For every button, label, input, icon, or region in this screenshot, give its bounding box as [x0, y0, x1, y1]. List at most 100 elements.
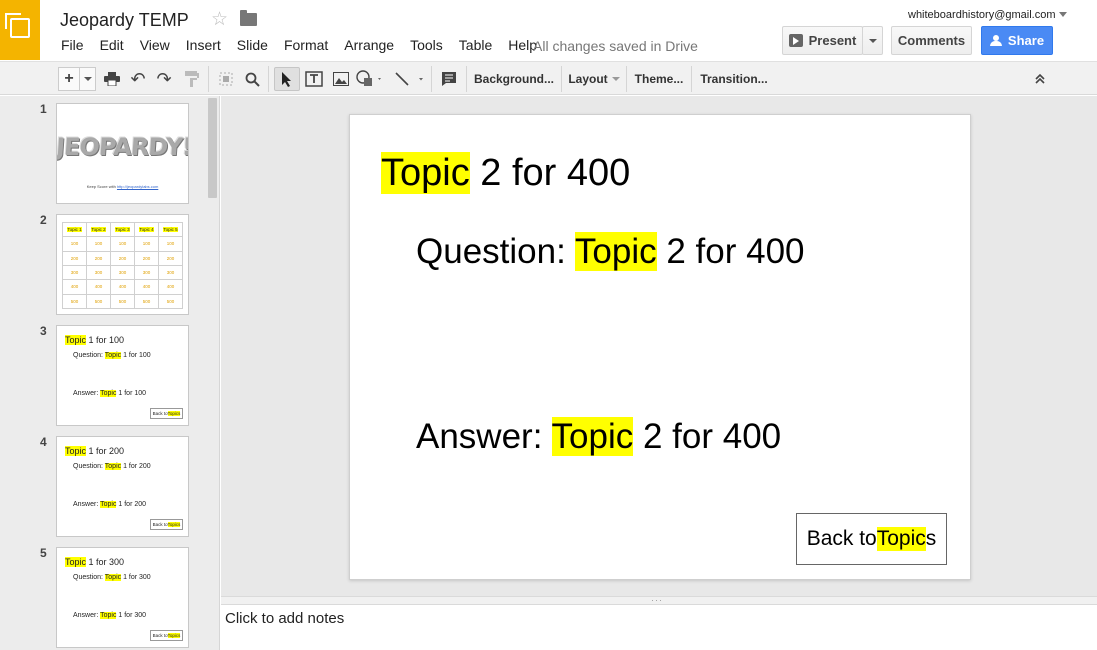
- thumb-back-button: Back to Topics: [150, 408, 183, 419]
- chevron-down-icon: [83, 77, 92, 81]
- board-value-cell: 100: [134, 236, 159, 252]
- board-value-cell: 400: [86, 279, 111, 295]
- comments-button[interactable]: Comments: [891, 26, 972, 55]
- thumb-back-button: Back to Topics: [150, 630, 183, 641]
- board-value-cell: 400: [62, 279, 87, 295]
- thumb-question: Question: Topic 1 for 200: [73, 463, 151, 470]
- topics-board-grid: Topic 1 Topic 2 Topic 3 Topic 4 Topic 5 100 10…: [62, 221, 183, 310]
- new-slide-layout-dropdown[interactable]: [80, 67, 96, 91]
- comment-icon[interactable]: [438, 67, 460, 91]
- menu-slide[interactable]: Slide: [229, 37, 276, 55]
- back-to-topics-button[interactable]: Back to Topic s: [796, 513, 947, 565]
- menu-insert[interactable]: Insert: [178, 37, 229, 55]
- chevron-down-icon: [868, 38, 877, 43]
- jeopardy-logo: JEOPARDY!: [56, 133, 189, 161]
- board-value-cell: 500: [158, 293, 183, 310]
- slide-number: 2: [40, 213, 47, 227]
- share-button[interactable]: Share: [981, 26, 1053, 55]
- slide-thumbnail-3[interactable]: Topic 1 for 100 Question: Topic 1 for 10…: [56, 325, 189, 426]
- star-icon[interactable]: ☆: [211, 8, 228, 31]
- toolbar-divider: [691, 66, 692, 92]
- print-icon[interactable]: [102, 67, 122, 91]
- board-value-cell: 100: [62, 236, 87, 252]
- new-slide-button[interactable]: +: [58, 67, 80, 91]
- thumb-question: Question: Topic 1 for 100: [73, 352, 151, 359]
- share-label: Share: [1007, 33, 1045, 48]
- slides-logo-icon[interactable]: [0, 0, 40, 60]
- shape-icon[interactable]: [355, 67, 385, 91]
- select-frame-icon[interactable]: [216, 67, 236, 91]
- present-button[interactable]: Present: [782, 26, 863, 55]
- toolbar-divider: [466, 66, 467, 92]
- slide-number: 4: [40, 435, 47, 449]
- keep-score-link: http://jeopardylabs.com: [116, 184, 159, 189]
- document-title[interactable]: Jeopardy TEMP: [60, 10, 189, 31]
- board-value-cell: 100: [110, 236, 135, 252]
- notes-placeholder: Click to add notes: [225, 610, 345, 627]
- slide-thumbnail-5[interactable]: Topic 1 for 300 Question: Topic 1 for 30…: [56, 547, 189, 648]
- layout-label: Layout: [568, 72, 608, 86]
- speaker-notes[interactable]: Click to add notes: [221, 605, 1097, 650]
- menu-arrange[interactable]: Arrange: [336, 37, 402, 55]
- play-icon: [788, 34, 803, 47]
- background-button[interactable]: Background...: [470, 67, 558, 91]
- account-email[interactable]: whiteboardhistory@gmail.com: [908, 9, 1056, 21]
- menu-file[interactable]: File: [53, 37, 92, 55]
- slide-filmstrip[interactable]: 1 JEOPARDY! Keep Score with http://jeopa…: [0, 96, 220, 650]
- theme-button[interactable]: Theme...: [629, 67, 689, 91]
- save-status: All changes saved in Drive: [533, 38, 698, 54]
- board-value-cell: 400: [134, 279, 159, 295]
- line-icon[interactable]: [393, 67, 427, 91]
- toolbar-divider: [431, 66, 432, 92]
- board-value-cell: 200: [86, 250, 111, 266]
- chevron-down-icon: [611, 77, 620, 81]
- zoom-icon[interactable]: [242, 67, 262, 91]
- menu-edit[interactable]: Edit: [92, 37, 132, 55]
- slide-title[interactable]: Topic 2 for 400: [381, 152, 630, 195]
- filmstrip-scrollbar[interactable]: [208, 98, 217, 198]
- select-cursor-icon[interactable]: [274, 67, 300, 91]
- paint-format-icon[interactable]: [182, 67, 202, 91]
- slide-thumbnail-2[interactable]: Topic 1 Topic 2 Topic 3 Topic 4 Topic 5 100 10…: [56, 214, 189, 315]
- board-value-cell: 200: [110, 250, 135, 266]
- slide-thumbnail-4[interactable]: Topic 1 for 200 Question: Topic 1 for 20…: [56, 436, 189, 537]
- layout-button[interactable]: Layout: [564, 67, 624, 91]
- slide-question[interactable]: Question: Topic 2 for 400: [416, 232, 805, 272]
- menu-tools[interactable]: Tools: [402, 37, 451, 55]
- slide-answer[interactable]: Answer: Topic 2 for 400: [416, 417, 781, 457]
- undo-icon[interactable]: ↶: [128, 67, 148, 91]
- menu-table[interactable]: Table: [451, 37, 500, 55]
- account-dropdown-icon[interactable]: [1059, 12, 1067, 17]
- present-options-button[interactable]: [862, 26, 883, 55]
- thumb-answer: Answer: Topic 1 for 200: [73, 501, 147, 508]
- app-header: Jeopardy TEMP ☆ File Edit View Insert Sl…: [0, 0, 1097, 62]
- board-topic-header: Topic 3: [110, 221, 135, 238]
- menu-format[interactable]: Format: [276, 37, 336, 55]
- board-value-cell: 300: [86, 264, 111, 281]
- transition-button[interactable]: Transition...: [694, 67, 774, 91]
- slide-canvas-area[interactable]: Topic 2 for 400 Question: Topic 2 for 40…: [221, 96, 1097, 596]
- toolbar-divider: [208, 66, 209, 92]
- redo-icon[interactable]: ↷: [154, 67, 174, 91]
- notes-resize-handle[interactable]: ···: [221, 595, 1097, 605]
- slide-number: 5: [40, 546, 47, 560]
- toolbar-divider: [626, 66, 627, 92]
- thumb-title: Topic 1 for 200: [65, 446, 125, 456]
- board-value-cell: 200: [158, 250, 183, 266]
- thumb-answer: Answer: Topic 1 for 100: [73, 390, 147, 397]
- toolbar-divider: [561, 66, 562, 92]
- image-icon[interactable]: [330, 67, 352, 91]
- textbox-icon[interactable]: [303, 67, 325, 91]
- current-slide[interactable]: Topic 2 for 400 Question: Topic 2 for 40…: [349, 114, 971, 580]
- grip-icon: ···: [651, 595, 663, 605]
- thumb-question: Question: Topic 1 for 300: [73, 574, 151, 581]
- collapse-toolbar-icon[interactable]: [1030, 67, 1050, 91]
- board-value-cell: 400: [110, 279, 135, 295]
- menu-view[interactable]: View: [132, 37, 178, 55]
- present-label: Present: [808, 33, 857, 48]
- keep-score-label: Keep Score with: [86, 184, 116, 189]
- folder-icon[interactable]: [240, 10, 257, 26]
- board-value-cell: 300: [110, 264, 135, 281]
- thumb-back-button: Back to Topics: [150, 519, 183, 530]
- slide-thumbnail-1[interactable]: JEOPARDY! Keep Score with http://jeopard…: [56, 103, 189, 204]
